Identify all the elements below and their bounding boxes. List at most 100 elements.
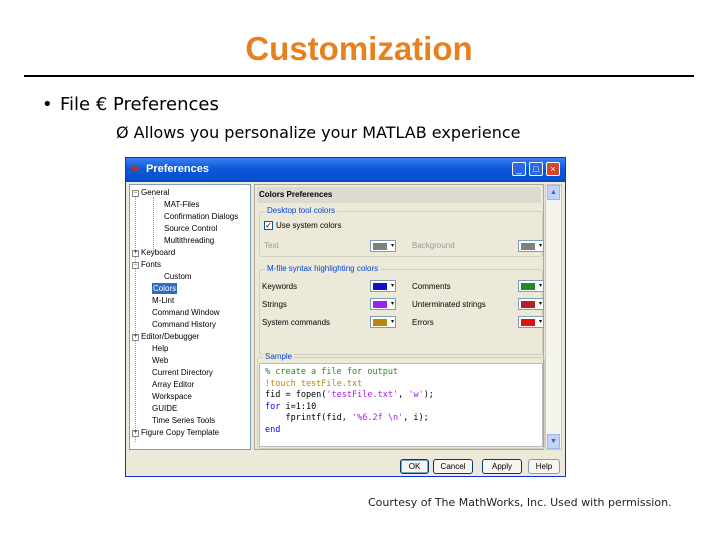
matlab-logo-icon: ✦ <box>130 162 141 176</box>
tree-item-command-window[interactable]: Command Window <box>152 307 220 318</box>
sample-line-comment: % create a file for output <box>265 367 399 377</box>
scroll-up-icon[interactable]: ▲ <box>547 185 560 200</box>
tree-item-custom[interactable]: Custom <box>164 271 192 282</box>
use-system-colors-checkbox[interactable]: ✓ <box>264 221 273 230</box>
tree-item-array-editor[interactable]: Array Editor <box>152 379 194 390</box>
tree-item-fonts[interactable]: − Fonts <box>132 259 161 270</box>
tree-item-general[interactable]: − General <box>132 187 169 198</box>
panel-scrollbar[interactable]: ▲ ▼ <box>545 184 562 450</box>
tree-item-web[interactable]: Web <box>152 355 168 366</box>
ok-button[interactable]: OK <box>400 459 429 474</box>
strings-label: Strings <box>262 300 287 309</box>
system-commands-color-swatch <box>373 319 387 326</box>
sample-code-keyword: for <box>265 401 281 412</box>
tree-item-multithreading[interactable]: Multithreading <box>164 235 214 246</box>
sample-code-preview: % create a file for output !touch testFi… <box>259 363 543 447</box>
group-label-desktop: Desktop tool colors <box>265 206 338 215</box>
background-color-swatch <box>521 243 535 250</box>
tree-item-editor-debugger[interactable]: + Editor/Debugger <box>132 331 199 342</box>
apply-button[interactable]: Apply <box>482 459 522 474</box>
sample-code-string: 'w' <box>408 390 424 400</box>
sample-line-system: !touch testFile.txt <box>265 378 363 389</box>
tree-item-mat-files[interactable]: MAT-Files <box>164 199 199 210</box>
group-label-syntax: M-file syntax highlighting colors <box>265 264 381 273</box>
chevron-down-icon: ▾ <box>538 319 542 325</box>
comments-label: Comments <box>412 282 451 291</box>
syntax-colors-group: M-file syntax highlighting colors Keywor… <box>259 264 544 355</box>
sample-code-string: '%6.2f \n' <box>352 413 404 423</box>
sample-code-string: 'testFile.txt' <box>326 390 399 400</box>
maximize-button[interactable]: □ <box>529 162 543 176</box>
sample-code-text: fprintf(fid, <box>265 413 352 423</box>
text-color-swatch <box>373 243 387 250</box>
tree-guide-line <box>135 197 136 442</box>
text-color-label: Text <box>264 241 279 250</box>
preferences-window: ✦ Preferences _ □ × − General MAT-Files C… <box>125 157 566 477</box>
minimize-button[interactable]: _ <box>512 162 526 176</box>
credit-text: Courtesy of The MathWorks, Inc. Used wit… <box>368 496 672 509</box>
expand-icon[interactable]: + <box>132 250 139 257</box>
expand-icon[interactable]: + <box>132 334 139 341</box>
help-button[interactable]: Help <box>528 459 560 474</box>
sample-code-text: ); <box>423 390 434 400</box>
errors-color-button[interactable]: ▾ <box>518 316 544 328</box>
tree-item-confirmation-dialogs[interactable]: Confirmation Dialogs <box>164 211 238 222</box>
chevron-down-icon: ▾ <box>390 243 394 249</box>
expand-icon[interactable]: + <box>132 430 139 437</box>
sub-bullet-personalize: Ø Allows you personalize your MATLAB exp… <box>116 123 521 142</box>
system-commands-label: System commands <box>262 318 331 327</box>
tree-item-help[interactable]: Help <box>152 343 168 354</box>
tree-item-figure-copy-template[interactable]: + Figure Copy Template <box>132 427 219 438</box>
sample-code-text: , i); <box>403 413 429 423</box>
keywords-color-swatch <box>373 283 387 290</box>
close-button[interactable]: × <box>546 162 560 176</box>
tree-item-workspace[interactable]: Workspace <box>152 391 192 402</box>
errors-color-swatch <box>521 319 535 326</box>
bullet-file-preferences: • File € Preferences <box>42 94 219 115</box>
keywords-label: Keywords <box>262 282 298 291</box>
preferences-tree[interactable]: − General MAT-Files Confirmation Dialogs … <box>129 184 251 450</box>
sample-code-text: i=1:10 <box>280 401 317 412</box>
system-commands-color-button[interactable]: ▾ <box>370 316 396 328</box>
background-color-label: Background <box>412 241 455 250</box>
desktop-colors-group: Desktop tool colors ✓ Use system colors … <box>259 206 544 257</box>
unterminated-strings-label: Unterminated strings <box>412 300 486 309</box>
strings-color-button[interactable]: ▾ <box>370 298 396 310</box>
chevron-down-icon: ▾ <box>390 283 394 289</box>
strings-color-swatch <box>373 301 387 308</box>
tree-item-current-directory[interactable]: Current Directory <box>152 367 213 378</box>
title-divider <box>24 75 694 77</box>
window-titlebar[interactable]: ✦ Preferences _ □ × <box>126 158 565 182</box>
cancel-button[interactable]: Cancel <box>433 459 473 474</box>
sample-code-text: , <box>398 390 409 400</box>
tree-item-source-control[interactable]: Source Control <box>164 223 217 234</box>
chevron-down-icon: ▾ <box>538 301 542 307</box>
window-title: Preferences <box>146 163 209 175</box>
tree-item-command-history[interactable]: Command History <box>152 319 216 330</box>
panel-heading: Colors Preferences <box>257 187 541 203</box>
use-system-colors-label: Use system colors <box>276 221 342 230</box>
tree-item-guide[interactable]: GUIDE <box>152 403 177 414</box>
bullet-text: File € Preferences <box>60 94 219 115</box>
keywords-color-button[interactable]: ▾ <box>370 280 396 292</box>
text-color-button[interactable]: ▾ <box>370 240 396 252</box>
scroll-down-icon[interactable]: ▼ <box>547 434 560 449</box>
bullet-marker: • <box>42 94 53 115</box>
colors-preferences-panel: Colors Preferences Desktop tool colors ✓… <box>254 184 545 450</box>
comments-color-button[interactable]: ▾ <box>518 280 544 292</box>
group-label-sample: Sample <box>263 352 295 361</box>
collapse-icon[interactable]: − <box>132 262 139 269</box>
unterminated-color-button[interactable]: ▾ <box>518 298 544 310</box>
errors-label: Errors <box>412 318 434 327</box>
collapse-icon[interactable]: − <box>132 190 139 197</box>
slide-title: Customization <box>245 30 473 67</box>
chevron-down-icon: ▾ <box>390 301 394 307</box>
tree-item-mlint[interactable]: M-Lint <box>152 295 174 306</box>
chevron-down-icon: ▾ <box>538 243 542 249</box>
tree-item-time-series-tools[interactable]: Time Series Tools <box>152 415 215 426</box>
tree-item-keyboard[interactable]: + Keyboard <box>132 247 175 258</box>
tree-item-colors[interactable]: Colors <box>152 283 178 294</box>
chevron-down-icon: ▾ <box>538 283 542 289</box>
sample-code-keyword: end <box>265 424 281 435</box>
background-color-button[interactable]: ▾ <box>518 240 544 252</box>
